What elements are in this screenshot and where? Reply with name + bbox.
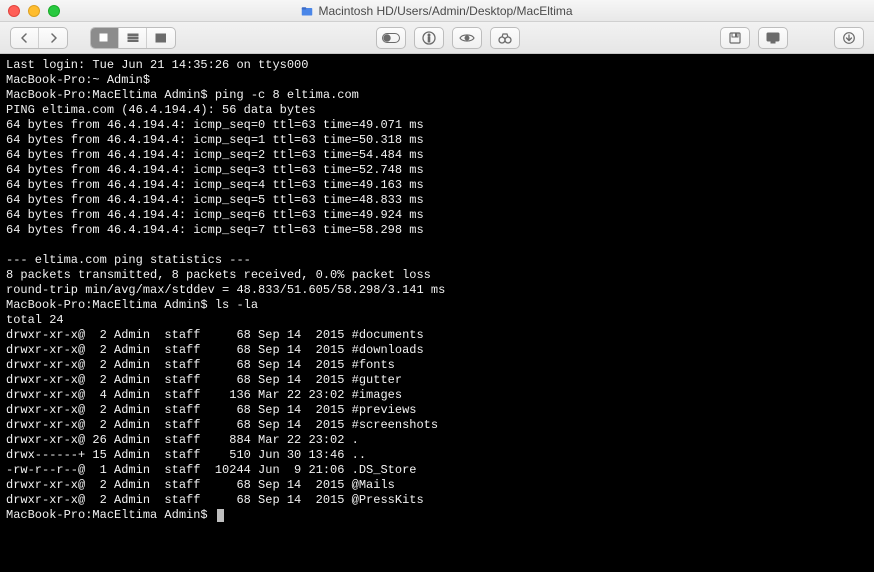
minimize-button[interactable]	[28, 5, 40, 17]
cursor	[217, 509, 224, 522]
disk-button[interactable]	[720, 27, 750, 49]
forward-button[interactable]	[39, 28, 67, 48]
ls-row: drwx------+ 15 Admin staff 510 Jun 30 13…	[6, 448, 366, 462]
ls-row: -rw-r--r--@ 1 Admin staff 10244 Jun 9 21…	[6, 463, 416, 477]
ls-row: drwxr-xr-x@ 2 Admin staff 68 Sep 14 2015…	[6, 358, 395, 372]
ls-row: drwxr-xr-x@ 2 Admin staff 68 Sep 14 2015…	[6, 418, 438, 432]
window-title: Macintosh HD/Users/Admin/Desktop/MacElti…	[0, 4, 874, 18]
ping-line: 64 bytes from 46.4.194.4: icmp_seq=2 ttl…	[6, 148, 424, 162]
ping-line: 64 bytes from 46.4.194.4: icmp_seq=6 ttl…	[6, 208, 424, 222]
info-button[interactable]	[414, 27, 444, 49]
back-button[interactable]	[11, 28, 39, 48]
binoculars-button[interactable]	[490, 27, 520, 49]
ping-line: 64 bytes from 46.4.194.4: icmp_seq=7 ttl…	[6, 223, 424, 237]
ls-row: drwxr-xr-x@ 2 Admin staff 68 Sep 14 2015…	[6, 493, 424, 507]
ping-line: 64 bytes from 46.4.194.4: icmp_seq=3 ttl…	[6, 163, 424, 177]
window-title-text: Macintosh HD/Users/Admin/Desktop/MacElti…	[318, 4, 572, 18]
desktop-button[interactable]	[758, 27, 788, 49]
ping-line: 64 bytes from 46.4.194.4: icmp_seq=5 ttl…	[6, 193, 424, 207]
icon-view-button[interactable]	[91, 28, 119, 48]
column-view-button[interactable]	[147, 28, 175, 48]
ping-line: 64 bytes from 46.4.194.4: icmp_seq=4 ttl…	[6, 178, 424, 192]
stats-line: round-trip min/avg/max/stddev = 48.833/5…	[6, 283, 445, 297]
toolbar	[0, 22, 874, 54]
terminal-output[interactable]: Last login: Tue Jun 21 14:35:26 on ttys0…	[0, 54, 874, 572]
prompt-line: MacBook-Pro:MacEltima Admin$ ls -la	[6, 298, 258, 312]
prompt-line: MacBook-Pro:MacEltima Admin$	[6, 508, 224, 522]
ping-header: PING eltima.com (46.4.194.4): 56 data by…	[6, 103, 316, 117]
quicklook-button[interactable]	[452, 27, 482, 49]
window-titlebar: Macintosh HD/Users/Admin/Desktop/MacElti…	[0, 0, 874, 22]
last-login-line: Last login: Tue Jun 21 14:35:26 on ttys0…	[6, 58, 308, 72]
total-line: total 24	[6, 313, 64, 327]
stats-sep: --- eltima.com ping statistics ---	[6, 253, 251, 267]
toggle-button[interactable]	[376, 27, 406, 49]
ping-line: 64 bytes from 46.4.194.4: icmp_seq=1 ttl…	[6, 133, 424, 147]
close-button[interactable]	[8, 5, 20, 17]
ls-row: drwxr-xr-x@ 2 Admin staff 68 Sep 14 2015…	[6, 373, 402, 387]
ls-row: drwxr-xr-x@ 2 Admin staff 68 Sep 14 2015…	[6, 328, 424, 342]
folder-icon	[301, 5, 313, 17]
traffic-lights	[8, 5, 60, 17]
list-view-button[interactable]	[119, 28, 147, 48]
stats-line: 8 packets transmitted, 8 packets receive…	[6, 268, 431, 282]
ls-row: drwxr-xr-x@ 2 Admin staff 68 Sep 14 2015…	[6, 478, 395, 492]
nav-segment	[10, 27, 68, 49]
prompt-line: MacBook-Pro:~ Admin$	[6, 73, 150, 87]
zoom-button[interactable]	[48, 5, 60, 17]
prompt-line: MacBook-Pro:MacEltima Admin$ ping -c 8 e…	[6, 88, 359, 102]
ls-row: drwxr-xr-x@ 2 Admin staff 68 Sep 14 2015…	[6, 403, 416, 417]
download-button[interactable]	[834, 27, 864, 49]
ls-row: drwxr-xr-x@ 2 Admin staff 68 Sep 14 2015…	[6, 343, 424, 357]
ls-row: drwxr-xr-x@ 26 Admin staff 884 Mar 22 23…	[6, 433, 359, 447]
ls-row: drwxr-xr-x@ 4 Admin staff 136 Mar 22 23:…	[6, 388, 402, 402]
ping-line: 64 bytes from 46.4.194.4: icmp_seq=0 ttl…	[6, 118, 424, 132]
view-segment	[90, 27, 176, 49]
